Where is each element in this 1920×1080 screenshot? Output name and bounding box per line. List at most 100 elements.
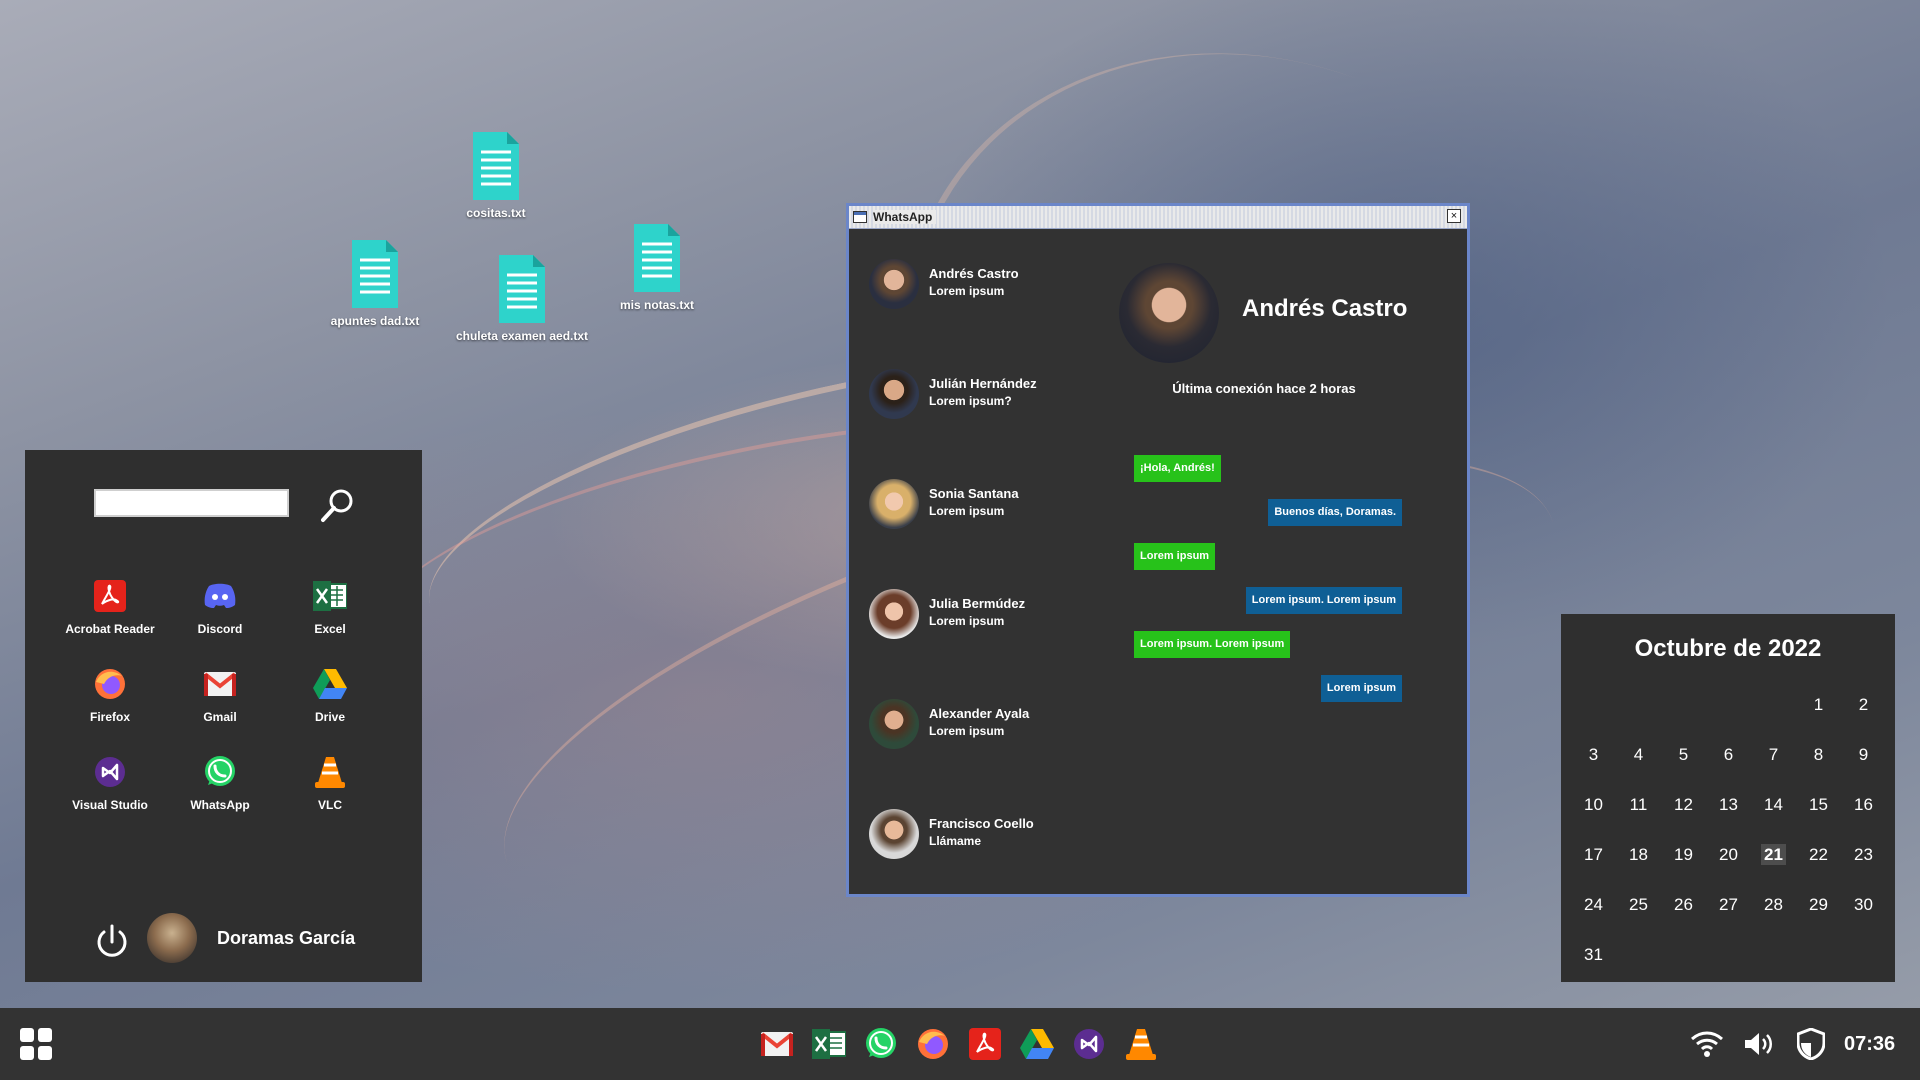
calendar-day[interactable]: 29 [1796,890,1841,940]
calendar-day[interactable]: 22 [1796,840,1841,890]
taskbar-drive-icon[interactable] [1017,1024,1057,1064]
start-menu: Acrobat Reader Discord Excel Firefox Gma… [25,450,422,982]
file-label: mis notas.txt [619,298,694,312]
desktop-file-apuntes[interactable]: apuntes dad.txt [295,240,455,328]
taskbar-acrobat-icon[interactable] [965,1024,1005,1064]
calendar-empty-cell [1571,690,1616,740]
calendar-day[interactable]: 2 [1841,690,1886,740]
contact-sonia-santana[interactable]: Sonia Santana Lorem ipsum [869,477,1099,533]
wifi-icon[interactable] [1689,1026,1725,1062]
message-bubble-received: Lorem ipsum [1320,675,1402,702]
calendar-empty-cell [1751,690,1796,740]
app-discord[interactable]: Discord [165,578,275,636]
message-bubble-received: Buenos días, Doramas. [1268,499,1402,526]
contact-julia-bermudez[interactable]: Julia Bermúdez Lorem ipsum [869,587,1099,643]
calendar-day[interactable]: 14 [1751,790,1796,840]
app-whatsapp[interactable]: WhatsApp [165,754,275,812]
close-button[interactable]: × [1447,209,1461,223]
calendar-day[interactable]: 19 [1661,840,1706,890]
chat-last-seen: Última conexión hace 2 horas [1172,381,1356,396]
contact-julian-hernandez[interactable]: Julián Hernández Lorem ipsum? [869,367,1099,423]
calendar-day[interactable]: 7 [1751,740,1796,790]
user-avatar[interactable] [147,913,197,963]
calendar-empty-cell [1706,690,1751,740]
taskbar-gmail-icon[interactable] [757,1024,797,1064]
calendar-day[interactable]: 18 [1616,840,1661,890]
contact-andres-castro[interactable]: Andrés Castro Lorem ipsum [869,257,1099,313]
calendar-day[interactable]: 17 [1571,840,1616,890]
user-name: Doramas García [217,928,356,948]
taskbar-whatsapp-icon[interactable] [861,1024,901,1064]
calendar-day[interactable]: 15 [1796,790,1841,840]
calendar-day[interactable]: 24 [1571,890,1616,940]
app-excel[interactable]: Excel [275,578,385,636]
taskbar: 07:36 [0,1008,1920,1080]
calendar-day-number: 26 [1674,895,1693,914]
desktop-file-cositas[interactable]: cositas.txt [416,132,576,220]
whatsapp-window: WhatsApp × Andrés Castro Lorem ipsum Jul… [846,203,1470,897]
calendar-day[interactable]: 1 [1796,690,1841,740]
calendar-day-number: 15 [1809,795,1828,814]
calendar-day-number: 20 [1719,845,1738,864]
shield-icon[interactable] [1793,1026,1829,1062]
calendar-day-number: 22 [1809,845,1828,864]
gmail-icon [202,666,238,702]
taskbar-visual-studio-icon[interactable] [1069,1024,1109,1064]
volume-icon[interactable] [1741,1026,1777,1062]
search-icon[interactable] [317,486,357,526]
contact-alexander-ayala[interactable]: Alexander Ayala Lorem ipsum [869,697,1099,753]
calendar-day[interactable]: 13 [1706,790,1751,840]
calendar-day[interactable]: 31 [1571,940,1616,990]
taskbar-firefox-icon[interactable] [913,1024,953,1064]
calendar-day-number: 6 [1723,745,1734,764]
calendar-day[interactable]: 26 [1661,890,1706,940]
taskbar-vlc-icon[interactable] [1121,1024,1161,1064]
calendar-day[interactable]: 28 [1751,890,1796,940]
search-input[interactable] [94,489,289,517]
calendar-day[interactable]: 27 [1706,890,1751,940]
calendar-grid: 1 2 3 4 5 6 7 8 9 10 11 12 13 14 15 16 17 18 19 20 21 22 23 24 2… [1571,690,1886,990]
chat-contact-name: Andrés Castro [1242,295,1408,322]
desktop-file-mis-notas[interactable]: mis notas.txt [577,224,737,312]
calendar-day[interactable]: 9 [1841,740,1886,790]
calendar-day[interactable]: 3 [1571,740,1616,790]
calendar-day-number: 25 [1629,895,1648,914]
start-menu-icon[interactable] [20,1028,52,1060]
calendar-day[interactable]: 5 [1661,740,1706,790]
app-visual-studio[interactable]: Visual Studio [55,754,165,812]
calendar-empty-cell [1616,690,1661,740]
calendar-day[interactable]: 11 [1616,790,1661,840]
calendar-day-number: 12 [1674,795,1693,814]
text-file-icon [634,224,680,292]
calendar-day[interactable]: 12 [1661,790,1706,840]
calendar-day-number: 7 [1768,745,1779,764]
app-firefox[interactable]: Firefox [55,666,165,724]
taskbar-clock[interactable]: 07:36 [1844,1033,1895,1056]
calendar-day[interactable]: 16 [1841,790,1886,840]
app-grid: Acrobat Reader Discord Excel Firefox Gma… [55,578,395,812]
text-file-icon [473,132,519,200]
calendar-day[interactable]: 6 [1706,740,1751,790]
calendar-day-number: 29 [1809,895,1828,914]
window-titlebar[interactable]: WhatsApp × [849,206,1467,229]
contact-francisco-coello[interactable]: Francisco Coello Llámame [869,807,1099,863]
calendar-day[interactable]: 20 [1706,840,1751,890]
calendar-day[interactable]: 30 [1841,890,1886,940]
calendar-day-number: 30 [1854,895,1873,914]
app-label: Gmail [203,710,237,724]
calendar-day-today[interactable]: 21 [1751,840,1796,890]
power-icon[interactable] [92,922,132,962]
calendar-day-number: 16 [1854,795,1873,814]
taskbar-excel-icon[interactable] [809,1024,849,1064]
app-vlc[interactable]: VLC [275,754,385,812]
calendar-day[interactable]: 8 [1796,740,1841,790]
calendar-day[interactable]: 23 [1841,840,1886,890]
app-gmail[interactable]: Gmail [165,666,275,724]
app-acrobat-reader[interactable]: Acrobat Reader [55,578,165,636]
acrobat-icon [92,578,128,614]
calendar-day[interactable]: 25 [1616,890,1661,940]
calendar-day[interactable]: 10 [1571,790,1616,840]
calendar-day[interactable]: 4 [1616,740,1661,790]
app-drive[interactable]: Drive [275,666,385,724]
vlc-icon [312,754,348,790]
